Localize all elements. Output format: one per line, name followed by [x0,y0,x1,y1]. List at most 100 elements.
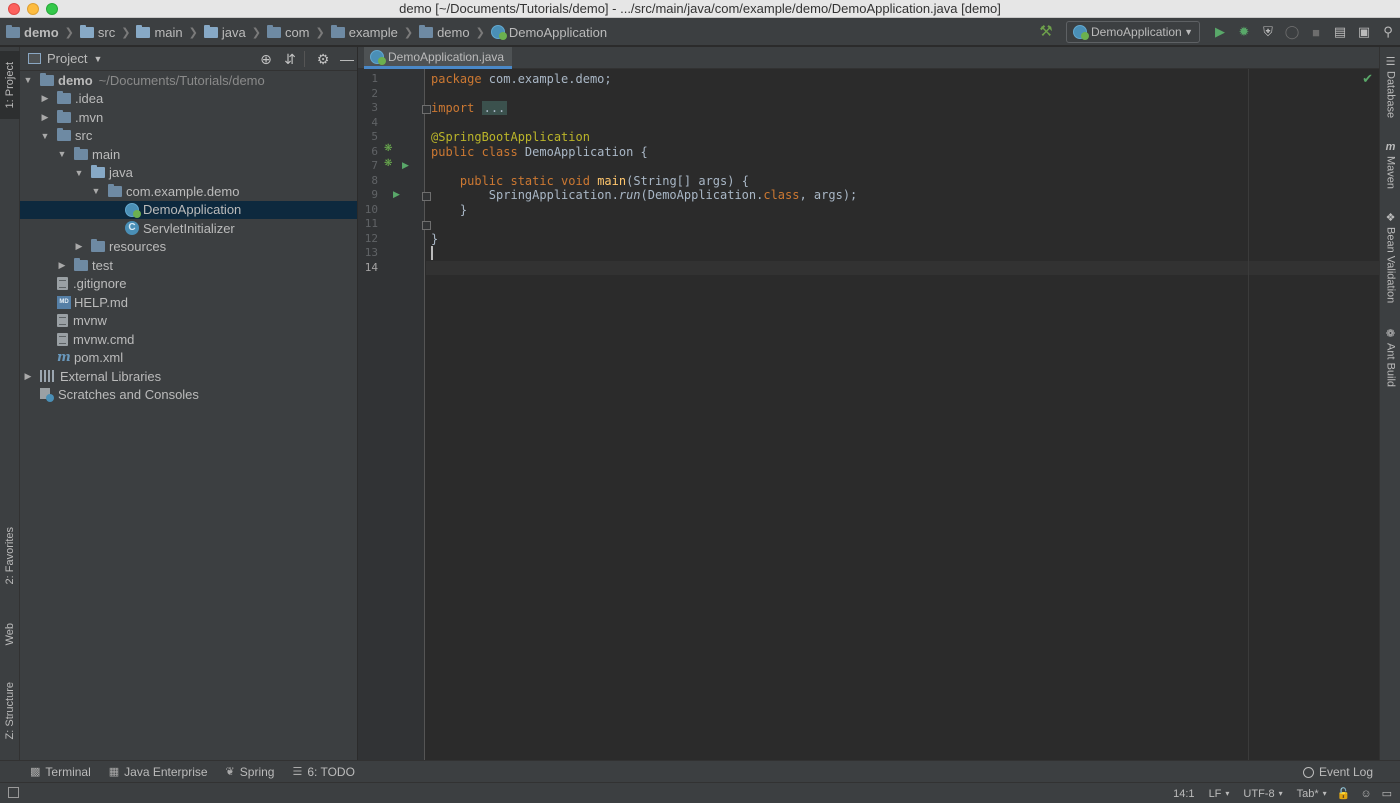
expanded-arrow-icon[interactable]: ▼ [73,168,85,178]
expanded-arrow-icon[interactable]: ▼ [56,149,68,159]
breadcrumb-item-example[interactable]: example ❯ [330,24,419,40]
line-separator-select[interactable]: LF ▾ [1209,788,1230,800]
tree-item-resources[interactable]: ▶ resources [20,238,357,257]
tree-item-external-libraries[interactable]: ▶ External Libraries [20,367,357,386]
folder-icon [79,24,94,38]
run-configuration-label: DemoApplication [1091,25,1182,39]
tree-item-idea[interactable]: ▶ .idea [20,90,357,109]
chevron-down-icon: ▼ [1184,27,1193,37]
event-log-button[interactable]: Event Log [1302,761,1373,783]
spring-boot-class-icon [125,202,141,218]
profile-icon[interactable]: ◯ [1283,23,1301,41]
spring-bean-gutter-icon[interactable]: ❋ [384,143,392,154]
breadcrumb-item-main[interactable]: main ❯ [136,24,203,40]
gear-icon[interactable]: ⚙ [313,51,333,68]
collapse-all-icon[interactable]: ⇵ [280,51,300,68]
spring-bean-gutter-icon[interactable]: ❋ [384,158,392,169]
tree-item-demoapplication[interactable]: DemoApplication [20,200,357,219]
tree-item-mvn[interactable]: ▶ .mvn [20,108,357,127]
debug-bug-icon[interactable]: ✹ [1235,23,1253,41]
hide-panel-icon[interactable]: — [337,51,357,67]
tree-item-pom-xml[interactable]: m pom.xml [20,349,357,368]
scratches-icon [40,387,54,402]
folder-icon [136,24,151,38]
run-gutter-icon[interactable]: ▶ [402,160,409,171]
tree-item-package[interactable]: ▼ com.example.demo [20,182,357,201]
tree-item-main[interactable]: ▼ main [20,145,357,164]
package-icon [266,24,281,38]
project-structure-icon[interactable]: ▤ [1331,23,1349,41]
encoding-select[interactable]: UTF-8 ▾ [1243,788,1282,800]
stop-icon[interactable]: ■ [1307,23,1325,41]
tool-tab-bean-validation[interactable]: ❖ Bean Validation [1380,211,1400,303]
tool-tab-web[interactable]: Web [0,613,20,655]
tree-item-demo[interactable]: ▼ demo ~/Documents/Tutorials/demo [20,71,357,90]
breadcrumb-item-src[interactable]: src ❯ [79,24,137,40]
lock-icon[interactable]: 🔓 [1337,787,1351,800]
tool-tab-java-enterprise[interactable]: ▦ Java Enterprise [109,765,208,779]
tree-item-mvnw[interactable]: mvnw [20,312,357,331]
expanded-arrow-icon[interactable]: ▼ [39,131,51,141]
search-everywhere-icon[interactable]: ⚲ [1379,23,1397,41]
tool-tab-spring[interactable]: ❦ Spring [226,765,275,779]
collapsed-arrow-icon[interactable]: ▶ [22,371,34,382]
run-configuration-select[interactable]: DemoApplication ▼ [1066,21,1200,43]
tool-tab-favorites[interactable]: 2: Favorites [0,515,20,597]
code-text-area[interactable]: package com.example.demo; import ... @Sp… [426,69,1379,760]
line-number: 13 [364,246,378,259]
build-hammer-icon[interactable]: ⚒ [1038,24,1054,40]
bean-validation-icon: ❖ [1385,212,1396,224]
tree-item-scratches[interactable]: Scratches and Consoles [20,386,357,405]
tool-tab-structure[interactable]: Z: Structure [0,671,20,751]
tool-tab-terminal[interactable]: ▩ Terminal [30,765,91,779]
folded-imports[interactable]: ... [481,101,508,115]
markdown-file-icon: MD [57,295,71,309]
memory-indicator-icon[interactable]: ▭ [1382,787,1392,800]
tool-windows-toggle-icon[interactable] [8,787,19,798]
line-number: 7 [371,159,378,172]
code-line: @SpringBootApplication [431,130,590,144]
run-with-coverage-icon[interactable]: ⛨ [1259,23,1277,41]
no-problems-check-icon: ✔ [1362,71,1373,86]
breadcrumb-item-java[interactable]: java ❯ [203,24,267,40]
tool-tab-project[interactable]: 1: Project [0,51,20,119]
folder-icon [57,128,71,142]
breadcrumb-item-demoapplication[interactable]: DemoApplication [490,25,607,40]
collapsed-arrow-icon[interactable]: ▶ [73,241,85,252]
expanded-arrow-icon[interactable]: ▼ [90,186,102,196]
tree-item-gitignore[interactable]: .gitignore [20,275,357,294]
project-tree: ▼ demo ~/Documents/Tutorials/demo ▶ .ide… [20,71,357,404]
tool-tab-database[interactable]: ☰ Database [1380,55,1400,118]
tree-item-test[interactable]: ▶ test [20,256,357,275]
expanded-arrow-icon[interactable]: ▼ [22,75,34,85]
breadcrumb-item-demo-package[interactable]: demo ❯ [419,24,491,40]
chevron-down-icon[interactable]: ▼ [93,54,102,64]
presentation-mode-icon[interactable]: ▣ [1355,23,1373,41]
tree-item-mvnw-cmd[interactable]: mvnw.cmd [20,330,357,349]
project-view-select[interactable]: Project [47,51,87,66]
tool-tab-ant-build[interactable]: ❁ Ant Build [1380,327,1400,387]
tree-item-servletinitializer[interactable]: C ServletInitializer [20,219,357,238]
tool-tab-maven[interactable]: m Maven [1380,141,1400,189]
tree-item-src[interactable]: ▼ src [20,127,357,146]
inspector-icon[interactable]: ☺ [1360,788,1371,800]
run-gutter-icon[interactable]: ▶ [393,189,400,200]
chevron-right-icon: ❯ [403,26,414,39]
collapsed-arrow-icon[interactable]: ▶ [39,112,51,123]
tree-item-java[interactable]: ▼ java [20,164,357,183]
package-icon [330,24,345,38]
collapsed-arrow-icon[interactable]: ▶ [39,93,51,104]
breadcrumb-item-com[interactable]: com ❯ [266,24,331,40]
locate-file-icon[interactable]: ⊕ [256,51,276,68]
text-caret [431,246,433,260]
editor-tab-demoapplication[interactable]: DemoApplication.java [364,47,513,69]
spring-leaf-icon: ❦ [225,766,235,778]
collapsed-arrow-icon[interactable]: ▶ [56,260,68,271]
class-icon: C [125,221,139,236]
indent-select[interactable]: Tab* ▾ [1297,788,1327,800]
run-icon[interactable]: ▶ [1211,23,1229,41]
tree-item-help-md[interactable]: MD HELP.md [20,293,357,312]
tool-tab-todo[interactable]: ☰ 6: TODO [292,765,354,779]
caret-position[interactable]: 14:1 [1173,788,1194,800]
breadcrumb-item-demo[interactable]: demo ❯ [6,24,80,40]
